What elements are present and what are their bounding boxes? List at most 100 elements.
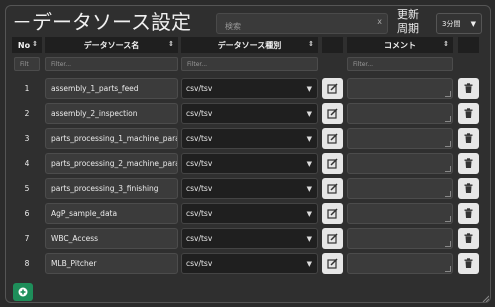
edit-square-icon xyxy=(327,233,338,244)
column-header-type-label: データソース種別 xyxy=(217,40,282,50)
datasource-name-cell[interactable]: assembly_1_parts_feed xyxy=(45,78,178,99)
edit-button[interactable] xyxy=(322,128,343,149)
comment-textarea[interactable] xyxy=(347,153,453,174)
datasource-type-value: csv/tsv xyxy=(186,209,213,218)
column-header-comment[interactable]: コメント ⇕ xyxy=(347,37,453,53)
delete-button[interactable] xyxy=(458,153,479,174)
datasource-type-value: csv/tsv xyxy=(186,134,213,143)
sort-icon[interactable]: ⇕ xyxy=(308,40,314,48)
textarea-resize-icon[interactable] xyxy=(445,91,451,97)
row-number: 4 xyxy=(24,159,30,168)
textarea-resize-icon[interactable] xyxy=(445,141,451,147)
chevron-down-icon: ▼ xyxy=(470,20,476,28)
delete-button[interactable] xyxy=(458,103,479,124)
sort-icon[interactable]: ⇕ xyxy=(443,40,449,48)
filter-name[interactable]: Filter... xyxy=(45,57,178,71)
datasource-name-cell[interactable]: MLB_Pitcher xyxy=(45,253,178,274)
datasource-name-cell[interactable]: assembly_2_inspection xyxy=(45,103,178,124)
clear-search-icon[interactable]: x xyxy=(377,17,382,26)
comment-textarea[interactable] xyxy=(347,78,453,99)
datasource-name: parts_processing_3_finishing xyxy=(51,184,159,193)
comment-textarea[interactable] xyxy=(347,253,453,274)
row-number: 8 xyxy=(24,259,30,268)
filter-type[interactable]: Filter... xyxy=(181,57,318,71)
textarea-resize-icon[interactable] xyxy=(445,166,451,172)
row-number: 3 xyxy=(24,134,30,143)
resize-grip-icon[interactable] xyxy=(481,294,489,302)
datasource-type-value: csv/tsv xyxy=(186,234,213,243)
delete-button[interactable] xyxy=(458,228,479,249)
refresh-interval-label: 更新 周期 xyxy=(397,8,419,36)
edit-button[interactable] xyxy=(322,78,343,99)
row-number: 2 xyxy=(24,109,30,118)
datasource-type-select[interactable]: csv/tsv ▼ xyxy=(181,203,318,224)
row-number: 7 xyxy=(24,234,30,243)
row-number: 5 xyxy=(24,184,30,193)
edit-button[interactable] xyxy=(322,153,343,174)
search-input[interactable] xyxy=(217,18,373,35)
chevron-down-icon: ▼ xyxy=(306,110,312,118)
datasource-type-select[interactable]: csv/tsv ▼ xyxy=(181,128,318,149)
comment-textarea[interactable] xyxy=(347,178,453,199)
trash-icon xyxy=(464,108,473,118)
trash-icon xyxy=(464,133,473,143)
datasource-name-cell[interactable]: AgP_sample_data xyxy=(45,203,178,224)
textarea-resize-icon[interactable] xyxy=(445,216,451,222)
sort-icon[interactable]: ⇕ xyxy=(168,40,174,48)
datasource-name-cell[interactable]: parts_processing_2_machine_para xyxy=(45,153,178,174)
refresh-interval-value: 3分間 xyxy=(442,19,461,28)
textarea-resize-icon[interactable] xyxy=(445,191,451,197)
column-header-no[interactable]: No ⇕ xyxy=(12,37,42,53)
filter-no[interactable]: Filt xyxy=(14,57,40,71)
add-datasource-button[interactable] xyxy=(13,283,33,301)
chevron-down-icon: ▼ xyxy=(306,260,312,268)
datasource-name-cell[interactable]: parts_processing_3_finishing xyxy=(45,178,178,199)
delete-button[interactable] xyxy=(458,203,479,224)
delete-button[interactable] xyxy=(458,128,479,149)
textarea-resize-icon[interactable] xyxy=(445,116,451,122)
sort-icon[interactable]: ⇕ xyxy=(32,40,38,48)
datasource-type-select[interactable]: csv/tsv ▼ xyxy=(181,153,318,174)
datasource-type-value: csv/tsv xyxy=(186,259,213,268)
column-header-name-label: データソース名 xyxy=(83,40,140,50)
column-header-delete xyxy=(458,37,479,53)
edit-button[interactable] xyxy=(322,178,343,199)
column-header-comment-label: コメント xyxy=(384,40,416,50)
datasource-name-cell[interactable]: WBC_Access xyxy=(45,228,178,249)
textarea-resize-icon[interactable] xyxy=(445,266,451,272)
comment-textarea[interactable] xyxy=(347,128,453,149)
datasource-name: assembly_1_parts_feed xyxy=(51,84,139,93)
comment-textarea[interactable] xyxy=(347,203,453,224)
search-box: x xyxy=(216,13,388,35)
trash-icon xyxy=(464,158,473,168)
edit-square-icon xyxy=(327,208,338,219)
datasource-type-select[interactable]: csv/tsv ▼ xyxy=(181,103,318,124)
refresh-interval-select[interactable]: 3分間 ▼ xyxy=(436,13,482,34)
datasource-type-select[interactable]: csv/tsv ▼ xyxy=(181,78,318,99)
comment-textarea[interactable] xyxy=(347,228,453,249)
edit-square-icon xyxy=(327,83,338,94)
delete-button[interactable] xyxy=(458,178,479,199)
trash-icon xyxy=(464,258,473,268)
edit-button[interactable] xyxy=(322,228,343,249)
filter-comment[interactable]: Filter... xyxy=(347,57,453,71)
datasource-name-cell[interactable]: parts_processing_1_machine_para xyxy=(45,128,178,149)
datasource-type-select[interactable]: csv/tsv ▼ xyxy=(181,178,318,199)
chevron-down-icon: ▼ xyxy=(306,135,312,143)
edit-button[interactable] xyxy=(322,203,343,224)
textarea-resize-icon[interactable] xyxy=(445,241,451,247)
delete-button[interactable] xyxy=(458,78,479,99)
trash-icon xyxy=(464,208,473,218)
edit-square-icon xyxy=(327,108,338,119)
chevron-down-icon: ▼ xyxy=(306,85,312,93)
trash-icon xyxy=(464,233,473,243)
datasource-type-select[interactable]: csv/tsv ▼ xyxy=(181,253,318,274)
edit-button[interactable] xyxy=(322,103,343,124)
datasource-type-select[interactable]: csv/tsv ▼ xyxy=(181,228,318,249)
comment-textarea[interactable] xyxy=(347,103,453,124)
edit-button[interactable] xyxy=(322,253,343,274)
column-header-type[interactable]: データソース種別 ⇕ xyxy=(181,37,318,53)
datasource-name: parts_processing_1_machine_para xyxy=(51,134,178,143)
delete-button[interactable] xyxy=(458,253,479,274)
column-header-name[interactable]: データソース名 ⇕ xyxy=(45,37,178,53)
